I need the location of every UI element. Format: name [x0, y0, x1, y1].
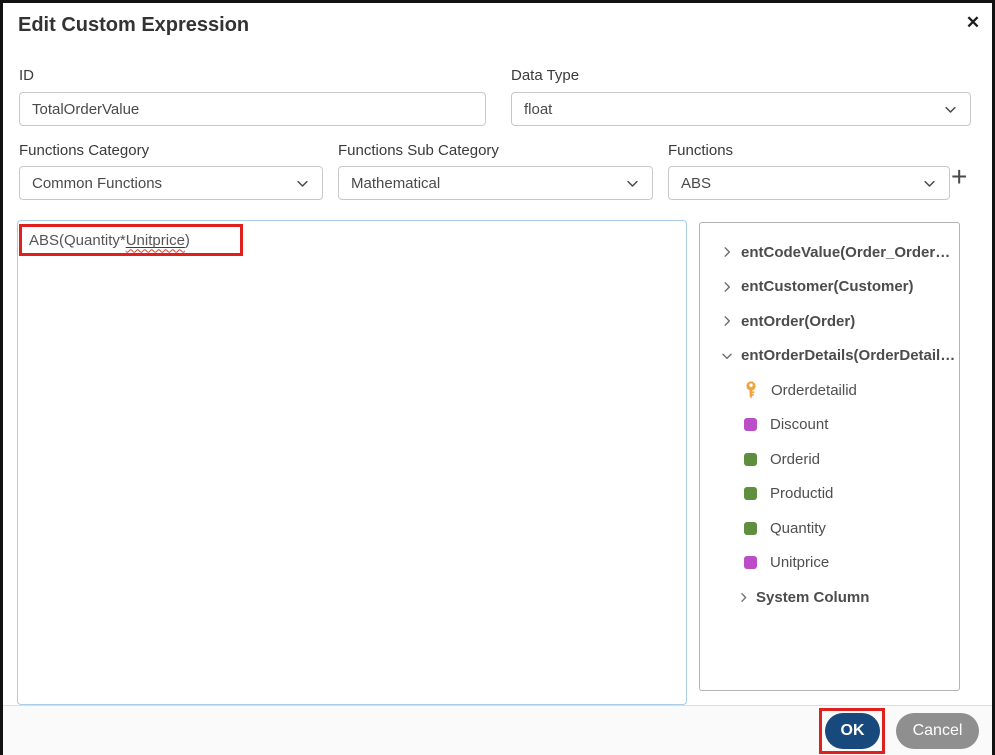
chevron-right-icon — [724, 316, 731, 327]
dialog-title: Edit Custom Expression — [18, 14, 250, 36]
tree-column-label: Unitprice — [770, 554, 830, 572]
id-value: TotalOrderValue — [32, 100, 140, 118]
tree-entity-label: entCustomer(Customer) — [741, 278, 914, 296]
close-icon[interactable]: ✕ — [961, 13, 985, 33]
tree-column-label: Orderdetailid — [771, 381, 857, 399]
chevron-down-icon — [922, 176, 937, 191]
integer-column-icon — [744, 487, 757, 501]
tree-entity-entcustomer[interactable]: entCustomer(Customer) — [700, 270, 959, 305]
functions-select[interactable]: ABS — [668, 166, 950, 200]
chevron-down-icon — [722, 353, 732, 359]
tree-entity-label: entOrderDetails(OrderDetail… — [741, 347, 956, 365]
decimal-column-icon — [744, 556, 757, 570]
tree-column-unitprice[interactable]: Unitprice — [700, 546, 959, 581]
tree-entity-entorder[interactable]: entOrder(Order) — [700, 304, 959, 339]
tree-column-label: Orderid — [770, 450, 821, 468]
edit-custom-expression-dialog: { "dialog": { "title": "Edit Custom Expr… — [0, 0, 995, 755]
chevron-down-icon — [943, 102, 958, 117]
tree-column-label: Productid — [770, 485, 834, 503]
functions-sub-category-value: Mathematical — [351, 174, 441, 192]
tree-column-orderid[interactable]: Orderid — [700, 442, 959, 477]
tree-column-orderdetailid[interactable]: Orderdetailid — [700, 373, 959, 408]
tree-column-productid[interactable]: Productid — [700, 477, 959, 512]
tree-entity-entorderdetails[interactable]: entOrderDetails(OrderDetail… — [700, 339, 959, 374]
primary-key-icon — [746, 381, 756, 399]
expression-editor[interactable]: ABS(Quantity* Unitprice) — [17, 220, 687, 705]
integer-column-icon — [744, 521, 757, 535]
expression-highlight-annotation-box: ABS(Quantity* Unitprice) — [19, 224, 243, 256]
tree-node-label: System Column — [756, 588, 870, 606]
cancel-button[interactable]: Cancel — [896, 713, 979, 749]
id-label: ID — [19, 67, 34, 84]
ok-button[interactable]: OK — [825, 713, 880, 749]
chevron-right-icon — [724, 247, 731, 258]
data-type-select[interactable]: float — [511, 92, 971, 126]
expression-text-suffix: ) — [184, 231, 190, 249]
tree-node-system-column[interactable]: System Column — [700, 580, 959, 615]
id-input[interactable]: TotalOrderValue — [19, 92, 486, 126]
tree-column-discount[interactable]: Discount — [700, 408, 959, 443]
add-function-icon[interactable]: + — [951, 163, 967, 191]
tree-column-label: Quantity — [770, 519, 826, 537]
tree-column-quantity[interactable]: Quantity — [700, 511, 959, 546]
expression-text-underlined: Unitprice — [125, 231, 185, 249]
functions-category-value: Common Functions — [32, 174, 163, 192]
chevron-right-icon — [724, 281, 731, 292]
data-type-label: Data Type — [511, 67, 580, 84]
decimal-column-icon — [744, 418, 757, 432]
chevron-down-icon — [295, 176, 310, 191]
functions-value: ABS — [681, 174, 712, 192]
tree-entity-label: entOrder(Order) — [741, 312, 856, 330]
functions-sub-category-select[interactable]: Mathematical — [338, 166, 653, 200]
expression-text: ABS(Quantity* — [29, 231, 126, 249]
tree-entity-entcodevalue[interactable]: entCodeValue(Order_Order… — [700, 235, 959, 270]
data-type-value: float — [524, 100, 553, 118]
tree-column-label: Discount — [770, 416, 829, 434]
chevron-down-icon — [625, 176, 640, 191]
functions-category-label: Functions Category — [19, 142, 150, 159]
entity-tree-panel: entCodeValue(Order_Order… entCustomer(Cu… — [699, 222, 960, 691]
functions-sub-category-label: Functions Sub Category — [338, 142, 499, 159]
functions-category-select[interactable]: Common Functions — [19, 166, 323, 200]
functions-label: Functions — [668, 142, 734, 159]
integer-column-icon — [744, 452, 757, 466]
tree-entity-label: entCodeValue(Order_Order… — [741, 243, 951, 261]
chevron-right-icon — [741, 592, 747, 602]
